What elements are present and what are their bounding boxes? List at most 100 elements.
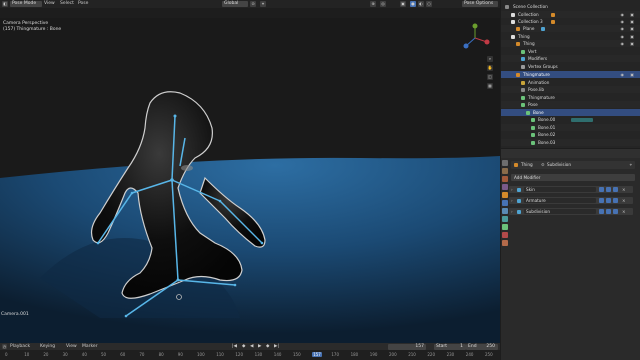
- outliner-row[interactable]: Collection 3 ◉ ▣: [501, 18, 640, 25]
- viewport-toggle-icon[interactable]: [606, 198, 611, 203]
- editor-type-icon[interactable]: ◧: [2, 1, 8, 7]
- menu-select[interactable]: Select: [60, 0, 74, 7]
- play-icon[interactable]: ▶: [258, 343, 261, 350]
- outliner-row[interactable]: Bone.00: [501, 116, 640, 123]
- outliner-panel[interactable]: Scene Collection Collection ◉ ▣ Collectio…: [501, 0, 640, 148]
- constraint-properties-icon[interactable]: [502, 216, 508, 222]
- outliner-row[interactable]: Thing ◉ ▣: [501, 40, 640, 47]
- eye-icon[interactable]: ◉: [621, 11, 625, 18]
- scene-properties-icon[interactable]: [502, 184, 508, 190]
- data-properties-icon[interactable]: [502, 224, 508, 230]
- start-frame-field[interactable]: Start 1: [434, 343, 466, 350]
- navigation-gizmo[interactable]: [463, 23, 490, 49]
- outliner-row[interactable]: Thingmature: [501, 94, 640, 101]
- properties-panel[interactable]: Thing ⚙ Subdivision ⌖ Add Modifier: [501, 149, 640, 360]
- outliner-row[interactable]: Scene Collection: [501, 3, 640, 10]
- editmode-toggle-icon[interactable]: [599, 209, 604, 214]
- close-icon[interactable]: ×: [622, 186, 626, 193]
- camera-view-icon[interactable]: ◫: [487, 74, 493, 80]
- camera-icon[interactable]: ▣: [630, 25, 634, 32]
- outliner-row[interactable]: Bone.03: [501, 139, 640, 146]
- expand-arrow-icon[interactable]: ›: [511, 197, 513, 204]
- play-reverse-icon[interactable]: ◀: [250, 343, 253, 350]
- ortho-toggle-icon[interactable]: ▦: [487, 83, 493, 89]
- orientation-dropdown[interactable]: Global: [222, 1, 248, 7]
- close-icon[interactable]: ×: [622, 208, 626, 215]
- pan-icon[interactable]: ✋: [487, 65, 493, 71]
- outliner-row[interactable]: Pose.lib: [501, 86, 640, 93]
- solid-shading-icon[interactable]: ●: [410, 1, 416, 7]
- modifier-subdivision[interactable]: › Subdivision ×: [509, 208, 633, 215]
- prev-key-icon[interactable]: ◆: [242, 343, 245, 350]
- eye-icon[interactable]: ◉: [621, 18, 625, 25]
- object-properties-icon[interactable]: [502, 192, 508, 198]
- editmode-toggle-icon[interactable]: [599, 187, 604, 192]
- overlay-icon[interactable]: ◎: [380, 1, 386, 7]
- outliner-row-selected[interactable]: Bone: [501, 109, 640, 116]
- eye-icon[interactable]: ◉: [621, 71, 625, 78]
- xray-icon[interactable]: ▣: [400, 1, 406, 7]
- snap-icon[interactable]: ⌖: [260, 1, 266, 7]
- material-properties-icon[interactable]: [502, 232, 508, 238]
- end-frame-field[interactable]: End 250: [466, 343, 498, 350]
- outliner-row[interactable]: Thing ◉ ▣: [501, 33, 640, 40]
- eye-icon[interactable]: ◉: [621, 40, 625, 47]
- timeline-editor[interactable]: ◷ Playback Keying View Marker |◀ ◆ ◀ ▶ ◆…: [0, 343, 500, 360]
- menu-playback[interactable]: Playback: [10, 343, 30, 350]
- pin-icon[interactable]: ⌖: [630, 161, 632, 169]
- menu-pose[interactable]: Pose: [78, 0, 88, 7]
- menu-view[interactable]: View: [66, 343, 77, 350]
- editor-type-icon[interactable]: ◷: [2, 343, 7, 349]
- outliner-row-selected[interactable]: Thingmature ◉ ▣: [501, 71, 640, 78]
- camera-icon[interactable]: ▣: [630, 40, 634, 47]
- mode-dropdown[interactable]: Pose Mode: [10, 1, 42, 7]
- camera-icon[interactable]: ▣: [630, 33, 634, 40]
- 3d-viewport[interactable]: Camera Perspective (157) Thingmature : B…: [0, 18, 500, 343]
- camera-icon[interactable]: ▣: [630, 71, 634, 78]
- modifier-properties-icon[interactable]: [502, 200, 508, 206]
- viewport-toggle-icon[interactable]: [606, 209, 611, 214]
- modifier-armature[interactable]: › Armature ×: [509, 197, 633, 204]
- material-shading-icon[interactable]: ◐: [418, 1, 424, 7]
- camera-icon[interactable]: ▣: [630, 18, 634, 25]
- outliner-row[interactable]: Animation: [501, 79, 640, 86]
- outliner-row[interactable]: Modifiers: [501, 55, 640, 62]
- outliner-row[interactable]: Bone.01: [501, 124, 640, 131]
- jump-start-icon[interactable]: |◀: [232, 343, 237, 350]
- next-key-icon[interactable]: ◆: [266, 343, 269, 350]
- render-properties-icon[interactable]: [502, 168, 508, 174]
- outliner-row[interactable]: Pose: [501, 101, 640, 108]
- texture-properties-icon[interactable]: [502, 240, 508, 246]
- expand-arrow-icon[interactable]: ›: [511, 186, 513, 193]
- editmode-toggle-icon[interactable]: [599, 198, 604, 203]
- render-toggle-icon[interactable]: [613, 209, 618, 214]
- eye-icon[interactable]: ◉: [621, 33, 625, 40]
- close-icon[interactable]: ×: [622, 197, 626, 204]
- viewport-toggle-icon[interactable]: [606, 187, 611, 192]
- camera-icon[interactable]: ▣: [630, 11, 634, 18]
- menu-view[interactable]: View: [44, 0, 55, 7]
- outliner-row[interactable]: Plane ◉ ▣: [501, 25, 640, 32]
- show-gizmo-icon[interactable]: ⊕: [370, 1, 376, 7]
- menu-keying[interactable]: Keying: [40, 343, 55, 350]
- current-frame-field[interactable]: 157: [388, 343, 426, 350]
- render-toggle-icon[interactable]: [613, 198, 618, 203]
- tool-properties-icon[interactable]: [502, 160, 508, 166]
- outliner-row[interactable]: Bone.02: [501, 131, 640, 138]
- modifier-skin[interactable]: › Skin ×: [509, 186, 633, 193]
- menu-marker[interactable]: Marker: [82, 343, 98, 350]
- physics-properties-icon[interactable]: [502, 208, 508, 214]
- timeline-ruler[interactable]: 0 10 20 30 40 50 60 70 80 90 100 110 120 130 140 150 157…: [0, 350, 500, 360]
- render-toggle-icon[interactable]: [613, 187, 618, 192]
- output-properties-icon[interactable]: [502, 176, 508, 182]
- outliner-row[interactable]: Collection ◉ ▣: [501, 11, 640, 18]
- outliner-row[interactable]: Vert: [501, 48, 640, 55]
- expand-arrow-icon[interactable]: ›: [511, 208, 513, 215]
- jump-end-icon[interactable]: ▶|: [274, 343, 279, 350]
- pose-options-dropdown[interactable]: Pose Options: [462, 1, 498, 7]
- add-modifier-dropdown[interactable]: Add Modifier: [511, 174, 635, 181]
- zoom-icon[interactable]: ⌕: [487, 56, 493, 62]
- outliner-row[interactable]: Vertex Groups: [501, 63, 640, 70]
- pivot-icon[interactable]: ⊙: [250, 1, 256, 7]
- eye-icon[interactable]: ◉: [621, 25, 625, 32]
